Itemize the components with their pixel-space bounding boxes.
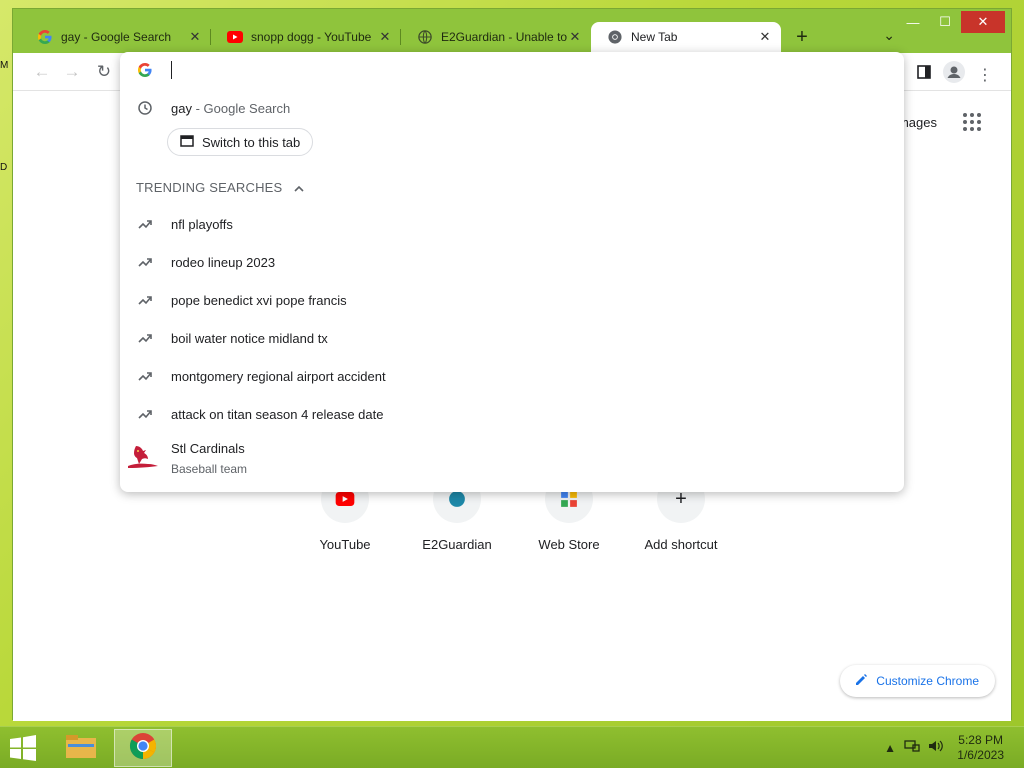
pencil-icon [854, 673, 868, 690]
desktop-icon-fragment: M [0, 60, 9, 71]
close-tab-icon[interactable]: ✕ [567, 29, 583, 45]
text-caret [171, 61, 172, 79]
side-panel-icon[interactable] [917, 65, 931, 84]
entity-suggestion[interactable]: Stl Cardinals Baseball team [120, 438, 904, 482]
clock-time: 5:28 PM [958, 733, 1003, 747]
suggestion-text: pope benedict xvi pope francis [171, 292, 347, 308]
taskbar: ▲ 5:28 PM 1/6/2023 [0, 726, 1024, 768]
trending-arrow-icon [136, 367, 154, 385]
clock-date: 1/6/2023 [957, 748, 1004, 762]
clock-icon [136, 99, 154, 117]
history-suggestion[interactable]: gay - Google Search [120, 96, 904, 120]
suggestion-text: nfl playoffs [171, 216, 233, 232]
tab-title: New Tab [631, 30, 678, 44]
window-controls: — ☐ ✕ [897, 11, 1005, 33]
forward-arrow-icon[interactable]: → [61, 61, 83, 83]
tab-strip: gay - Google Search ✕ snopp dogg - YouTu… [13, 9, 1011, 53]
shortcut-label: YouTube [319, 537, 371, 552]
trending-header[interactable]: TRENDING SEARCHES [136, 180, 304, 195]
windows-start-icon[interactable] [8, 735, 38, 761]
suggestion-text: rodeo lineup 2023 [171, 254, 276, 270]
close-tab-icon[interactable]: ✕ [757, 29, 773, 45]
clock[interactable]: 5:28 PM 1/6/2023 [957, 733, 1004, 763]
globe-icon [417, 29, 433, 45]
chrome-icon [607, 29, 623, 45]
folder-icon [64, 732, 98, 765]
youtube-icon [227, 29, 243, 45]
google-icon [37, 29, 53, 45]
tab-google-search[interactable]: gay - Google Search ✕ [21, 22, 211, 52]
trending-suggestion[interactable]: rodeo lineup 2023 [120, 250, 904, 274]
system-tray: ▲ [884, 739, 944, 756]
tab-youtube[interactable]: snopp dogg - YouTube ✕ [211, 22, 401, 52]
trending-arrow-icon [136, 329, 154, 347]
chevron-up-icon[interactable]: ▲ [884, 741, 896, 755]
shortcut-label: Add shortcut [644, 537, 718, 552]
maximize-icon[interactable]: ☐ [929, 11, 961, 33]
customize-label: Customize Chrome [876, 674, 979, 688]
network-icon[interactable] [904, 739, 920, 756]
omnibox-dropdown: gay - Google Search Switch to this tab T… [120, 52, 904, 492]
volume-icon[interactable] [928, 739, 944, 756]
entity-title: Stl Cardinals [171, 441, 245, 456]
shortcut-label: E2Guardian [422, 537, 492, 552]
trending-arrow-icon [136, 215, 154, 233]
suggestion-text: montgomery regional airport accident [171, 368, 386, 384]
tab-title: E2Guardian - Unable to [441, 30, 567, 44]
trending-heading: TRENDING SEARCHES [136, 180, 283, 195]
suggestion-text: attack on titan season 4 release date [171, 406, 384, 422]
chrome-taskbar-button[interactable] [114, 729, 172, 767]
tab-title: snopp dogg - YouTube [251, 30, 372, 44]
close-window-icon[interactable]: ✕ [961, 11, 1005, 33]
tab-title: gay - Google Search [61, 30, 172, 44]
tab-new-tab[interactable]: New Tab ✕ [591, 22, 781, 52]
trending-suggestion[interactable]: montgomery regional airport accident [120, 364, 904, 388]
back-arrow-icon[interactable]: ← [31, 61, 53, 83]
google-icon [138, 63, 152, 82]
chrome-icon [129, 732, 157, 765]
shortcut-label: Web Store [538, 537, 600, 552]
switch-to-tab-button[interactable]: Switch to this tab [167, 128, 314, 156]
customize-chrome-button[interactable]: Customize Chrome [840, 665, 995, 697]
google-apps-icon[interactable] [963, 113, 981, 131]
trending-suggestion[interactable]: attack on titan season 4 release date [120, 402, 904, 426]
reload-icon[interactable]: ↻ [93, 61, 115, 83]
close-tab-icon[interactable]: ✕ [187, 29, 203, 45]
cardinals-logo-icon [126, 442, 160, 476]
trending-suggestion[interactable]: pope benedict xvi pope francis [120, 288, 904, 312]
trending-arrow-icon [136, 253, 154, 271]
suggestion-text: gay - Google Search [171, 100, 291, 116]
entity-subtitle: Baseball team [171, 462, 248, 476]
desktop-icon-fragment: D [0, 162, 8, 173]
tab-e2guardian[interactable]: E2Guardian - Unable to ✕ [401, 22, 591, 52]
trending-arrow-icon [136, 405, 154, 423]
trending-suggestion[interactable]: nfl playoffs [120, 212, 904, 236]
tab-switch-icon [180, 134, 194, 150]
minimize-icon[interactable]: — [897, 11, 929, 33]
toolbar-right: ⋮ [917, 61, 993, 88]
omnibox-input[interactable] [120, 52, 904, 90]
profile-avatar-icon[interactable] [943, 61, 965, 88]
file-explorer-taskbar-button[interactable] [52, 729, 110, 767]
switch-label: Switch to this tab [202, 134, 301, 150]
menu-kebab-icon[interactable]: ⋮ [977, 65, 993, 85]
trending-arrow-icon [136, 291, 154, 309]
trending-suggestion[interactable]: boil water notice midland tx [120, 326, 904, 350]
new-tab-button[interactable]: + [787, 22, 817, 52]
chevron-up-icon [294, 180, 304, 195]
tab-search-icon[interactable]: ⌄ [883, 27, 895, 44]
close-tab-icon[interactable]: ✕ [377, 29, 393, 45]
tab-list: gay - Google Search ✕ snopp dogg - YouTu… [21, 22, 817, 52]
suggestion-text: boil water notice midland tx [171, 330, 328, 346]
